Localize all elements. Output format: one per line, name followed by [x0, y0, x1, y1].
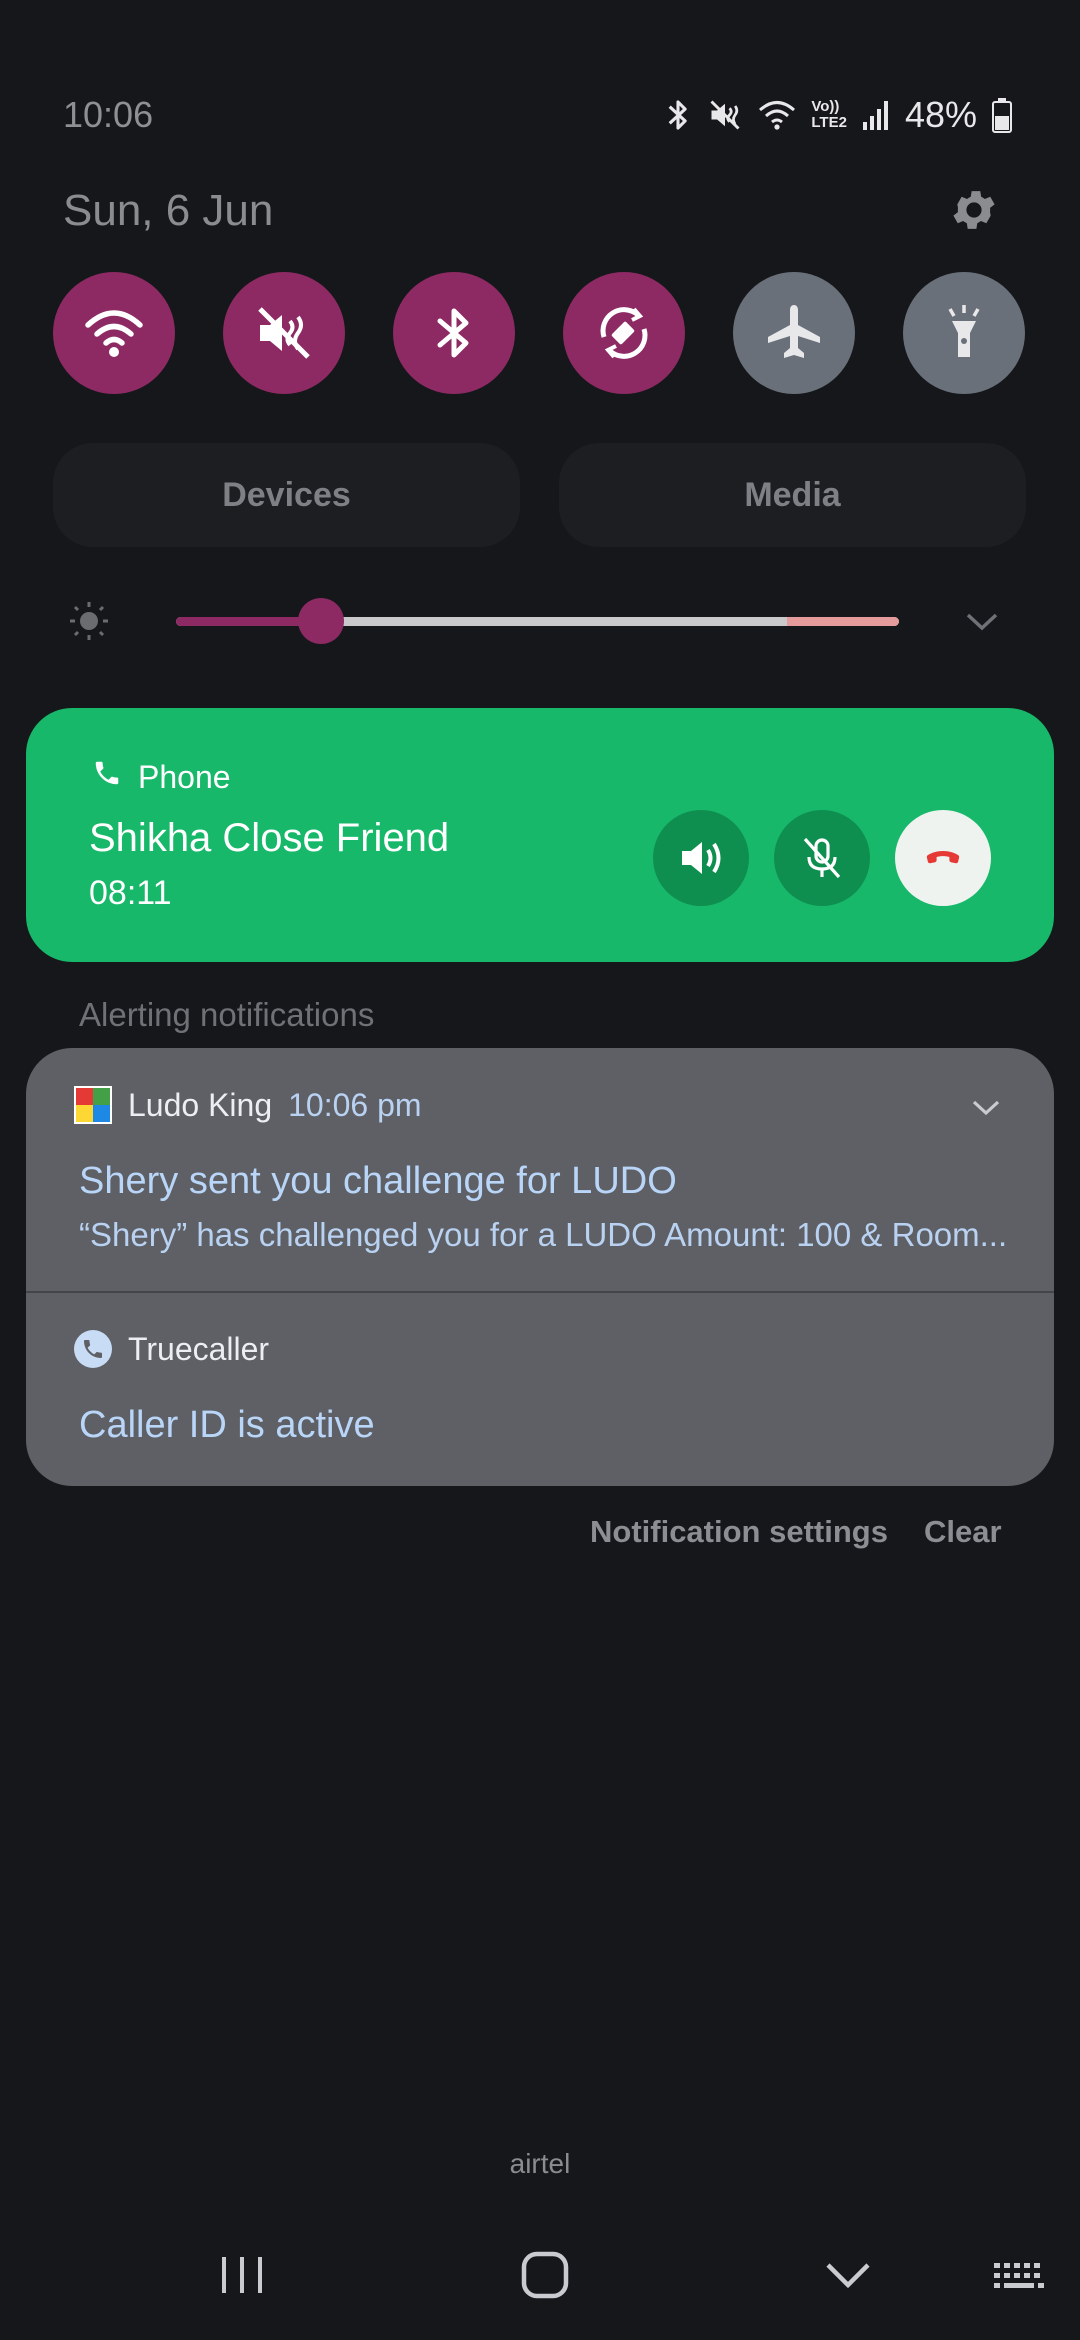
wifi-icon [85, 310, 143, 357]
brightness-slider-thumb[interactable] [297, 598, 344, 644]
flashlight-toggle[interactable] [903, 272, 1025, 394]
chevron-down-icon[interactable] [962, 606, 1002, 636]
bluetooth-status-icon [663, 95, 693, 135]
bluetooth-toggle[interactable] [393, 272, 515, 394]
truecaller-app-icon [74, 1330, 112, 1368]
bluetooth-icon [437, 308, 469, 358]
ludo-notification-title[interactable]: Shery sent you challenge for LUDO [79, 1160, 677, 1203]
battery-percent: 48% [904, 94, 977, 135]
media-button[interactable]: Media [559, 443, 1026, 547]
wifi-toggle[interactable] [53, 272, 175, 394]
keyboard-button[interactable] [990, 2240, 1050, 2310]
wifi-status-icon [757, 95, 797, 135]
end-call-button[interactable] [895, 810, 991, 906]
chevron-down-icon [826, 2263, 870, 2289]
carrier-label: airtel [509, 2148, 571, 2179]
mute-status-icon [707, 95, 743, 135]
home-icon [521, 2251, 569, 2299]
notification-app-name: Ludo King [128, 1086, 273, 1123]
sound-mute-icon [258, 307, 310, 359]
call-app-name: Phone [138, 758, 231, 795]
speaker-icon [682, 842, 721, 874]
status-icons: Vo)) LTE2 48% [663, 92, 1013, 138]
ludo-notification-header: Ludo King 10:06 pm [74, 1086, 422, 1124]
mute-mic-button[interactable] [774, 810, 870, 906]
expand-chevron-icon[interactable] [968, 1094, 1004, 1120]
notification-divider [26, 1291, 1054, 1293]
speaker-button[interactable] [653, 810, 749, 906]
ludo-notification-text[interactable]: “Shery” has challenged you for a LUDO Am… [79, 1216, 1009, 1254]
devices-button[interactable]: Devices [53, 443, 520, 547]
recent-apps-icon [222, 2257, 262, 2293]
truecaller-notification-title[interactable]: Caller ID is active [79, 1404, 375, 1447]
settings-gear-icon[interactable] [948, 184, 1000, 236]
back-button[interactable] [818, 2240, 878, 2310]
mic-off-icon [803, 837, 841, 879]
clear-button[interactable]: Clear [924, 1514, 1002, 1550]
keyboard-icon [994, 2263, 1044, 2288]
call-duration: 08:11 [89, 874, 172, 912]
battery-icon [991, 95, 1013, 135]
brightness-icon [68, 600, 110, 642]
airplane-toggle[interactable] [733, 272, 855, 394]
alerting-notifications-label: Alerting notifications [79, 996, 375, 1033]
caller-name: Shikha Close Friend [89, 816, 450, 860]
auto-rotate-icon [600, 307, 648, 359]
call-app-header: Phone [92, 758, 231, 796]
flashlight-icon [948, 305, 980, 357]
status-time: 10:06 [63, 94, 154, 135]
notification-app-name: Truecaller [128, 1330, 270, 1367]
airplane-icon [768, 305, 820, 358]
home-button[interactable] [515, 2240, 575, 2310]
ludo-king-app-icon [74, 1086, 112, 1124]
brightness-high-zone [787, 617, 899, 626]
notification-settings-button[interactable]: Notification settings [590, 1514, 888, 1550]
date-label: Sun, 6 Jun [63, 186, 274, 235]
sound-toggle[interactable] [223, 272, 345, 394]
phone-icon [92, 758, 122, 796]
notification-time: 10:06 pm [288, 1086, 422, 1123]
recent-apps-button[interactable] [212, 2240, 272, 2310]
signal-icon [861, 95, 891, 135]
truecaller-notification-header: Truecaller [74, 1330, 269, 1368]
auto-rotate-toggle[interactable] [563, 272, 685, 394]
volte-indicator: Vo)) LTE2 [811, 98, 847, 131]
end-call-icon [926, 851, 960, 864]
